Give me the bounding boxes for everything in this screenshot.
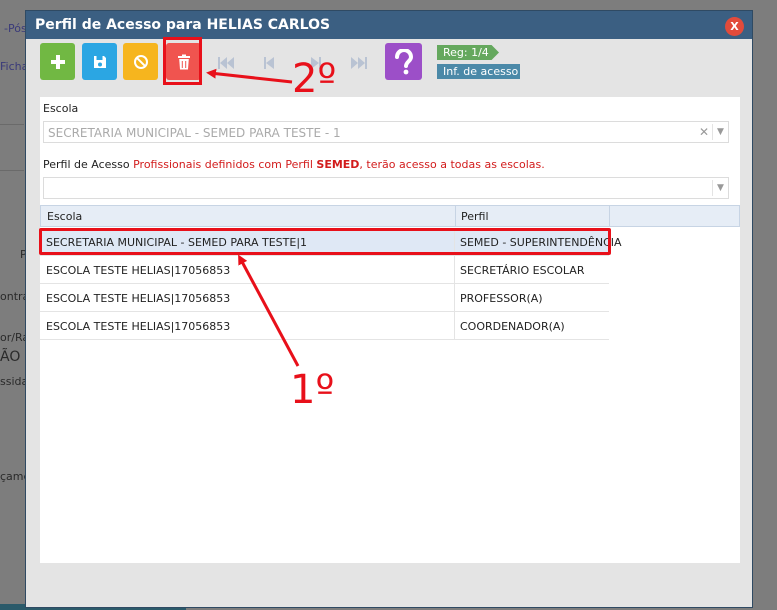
arrow-to-row xyxy=(238,254,300,367)
annotation-arrows xyxy=(206,68,300,367)
step-2-label: 2º xyxy=(292,56,337,102)
arrow-to-delete xyxy=(206,68,293,84)
step-1-label: 1º xyxy=(290,367,335,413)
